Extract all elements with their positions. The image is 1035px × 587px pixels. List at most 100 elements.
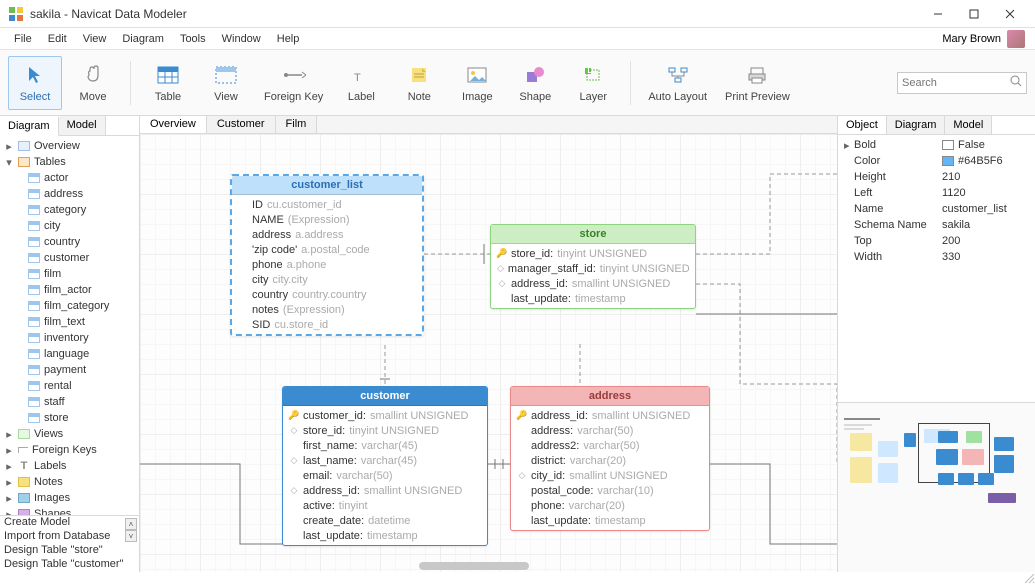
tree-table-item[interactable]: film [0, 266, 139, 282]
field-row[interactable]: 'zip code' a.postal_code [238, 242, 416, 257]
menu-view[interactable]: View [75, 31, 115, 47]
tree-views[interactable]: ▸Views [0, 426, 139, 442]
field-row[interactable]: 🔑store_id: tinyint UNSIGNED [497, 246, 689, 261]
scroll-down-button[interactable]: ˅ [125, 530, 137, 542]
tool-foreign-key[interactable]: Foreign Key [257, 56, 330, 110]
field-row[interactable]: phone a.phone [238, 257, 416, 272]
field-row[interactable]: ◇address_id: smallint UNSIGNED [497, 276, 689, 291]
prop-top[interactable]: Top200 [838, 233, 1035, 249]
action-import-db[interactable]: Import from Database [0, 530, 139, 544]
prop-color[interactable]: Color#64B5F6 [838, 153, 1035, 169]
tool-label[interactable]: T Label [334, 56, 388, 110]
tool-view[interactable]: View [199, 56, 253, 110]
entity-address[interactable]: address 🔑address_id: smallint UNSIGNEDad… [510, 386, 710, 531]
tree-table-item[interactable]: payment [0, 362, 139, 378]
field-row[interactable]: city city.city [238, 272, 416, 287]
field-row[interactable]: last_update: timestamp [289, 528, 481, 543]
minimap[interactable] [838, 402, 1035, 572]
prop-name[interactable]: Namecustomer_list [838, 201, 1035, 217]
action-design-customer[interactable]: Design Table "customer" [0, 558, 139, 572]
prop-left[interactable]: Left1120 [838, 185, 1035, 201]
field-row[interactable]: address a.address [238, 227, 416, 242]
field-row[interactable]: ◇city_id: smallint UNSIGNED [517, 468, 703, 483]
field-row[interactable]: district: varchar(20) [517, 453, 703, 468]
field-row[interactable]: address: varchar(50) [517, 423, 703, 438]
field-row[interactable]: NAME (Expression) [238, 212, 416, 227]
tree-labels[interactable]: ▸TLabels [0, 458, 139, 474]
tool-table[interactable]: Table [141, 56, 195, 110]
field-row[interactable]: email: varchar(50) [289, 468, 481, 483]
entity-store[interactable]: store 🔑store_id: tinyint UNSIGNED◇manage… [490, 224, 696, 309]
field-row[interactable]: address2: varchar(50) [517, 438, 703, 453]
tree-table-item[interactable]: film_text [0, 314, 139, 330]
tree-table-item[interactable]: city [0, 218, 139, 234]
tree-table-item[interactable]: film_actor [0, 282, 139, 298]
field-row[interactable]: 🔑address_id: smallint UNSIGNED [517, 408, 703, 423]
object-tree[interactable]: ▸Overview ▾Tables actoraddresscategoryci… [0, 136, 139, 515]
menu-file[interactable]: File [6, 31, 40, 47]
field-row[interactable]: 🔑customer_id: smallint UNSIGNED [289, 408, 481, 423]
tool-move[interactable]: Move [66, 56, 120, 110]
tree-table-item[interactable]: category [0, 202, 139, 218]
tree-tables[interactable]: ▾Tables [0, 154, 139, 170]
tree-table-item[interactable]: country [0, 234, 139, 250]
field-row[interactable]: notes (Expression) [238, 302, 416, 317]
field-row[interactable]: ◇manager_staff_id: tinyint UNSIGNED [497, 261, 689, 276]
sidebar-tab-diagram[interactable]: Diagram [0, 117, 59, 136]
tool-auto-layout[interactable]: Auto Layout [641, 56, 714, 110]
tree-table-item[interactable]: rental [0, 378, 139, 394]
entity-customer-list[interactable]: customer_list ID cu.customer_idNAME (Exp… [230, 174, 424, 336]
tree-shapes[interactable]: ▸Shapes [0, 506, 139, 515]
tree-table-item[interactable]: language [0, 346, 139, 362]
diagram-canvas[interactable]: customer_list ID cu.customer_idNAME (Exp… [140, 134, 837, 572]
horizontal-scrollbar[interactable] [140, 560, 837, 572]
right-tab-diagram[interactable]: Diagram [887, 116, 946, 134]
field-row[interactable]: last_update: timestamp [497, 291, 689, 306]
right-tab-model[interactable]: Model [945, 116, 992, 134]
search-input[interactable] [902, 77, 1010, 89]
tool-image[interactable]: Image [450, 56, 504, 110]
tree-table-item[interactable]: customer [0, 250, 139, 266]
tool-layer[interactable]: L Layer [566, 56, 620, 110]
close-button[interactable] [993, 2, 1027, 26]
prop-bold[interactable]: ▸BoldFalse [838, 137, 1035, 153]
right-tab-object[interactable]: Object [838, 116, 887, 134]
tree-foreign-keys[interactable]: ▸Foreign Keys [0, 442, 139, 458]
field-row[interactable]: SID cu.store_id [238, 317, 416, 332]
canvas-tab-film[interactable]: Film [276, 116, 318, 133]
field-row[interactable]: ◇store_id: tinyint UNSIGNED [289, 423, 481, 438]
field-row[interactable]: ID cu.customer_id [238, 197, 416, 212]
field-row[interactable]: active: tinyint [289, 498, 481, 513]
scroll-up-button[interactable]: ˄ [125, 518, 137, 530]
canvas-tab-overview[interactable]: Overview [140, 116, 207, 133]
minimize-button[interactable] [921, 2, 955, 26]
tree-images[interactable]: ▸Images [0, 490, 139, 506]
tree-table-item[interactable]: address [0, 186, 139, 202]
menu-window[interactable]: Window [214, 31, 269, 47]
field-row[interactable]: postal_code: varchar(10) [517, 483, 703, 498]
entity-customer[interactable]: customer 🔑customer_id: smallint UNSIGNED… [282, 386, 488, 546]
field-row[interactable]: ◇address_id: smallint UNSIGNED [289, 483, 481, 498]
canvas-tab-customer[interactable]: Customer [207, 116, 276, 133]
action-create-model[interactable]: Create Model [0, 516, 139, 530]
field-row[interactable]: last_update: timestamp [517, 513, 703, 528]
prop-height[interactable]: Height210 [838, 169, 1035, 185]
prop-width[interactable]: Width330 [838, 249, 1035, 265]
tree-table-item[interactable]: film_category [0, 298, 139, 314]
tool-shape[interactable]: Shape [508, 56, 562, 110]
menu-edit[interactable]: Edit [40, 31, 75, 47]
menu-tools[interactable]: Tools [172, 31, 214, 47]
tree-table-item[interactable]: staff [0, 394, 139, 410]
field-row[interactable]: first_name: varchar(45) [289, 438, 481, 453]
search-box[interactable] [897, 72, 1027, 94]
tree-notes[interactable]: ▸Notes [0, 474, 139, 490]
field-row[interactable]: create_date: datetime [289, 513, 481, 528]
field-row[interactable]: phone: varchar(20) [517, 498, 703, 513]
tree-table-item[interactable]: inventory [0, 330, 139, 346]
menu-diagram[interactable]: Diagram [114, 31, 172, 47]
field-row[interactable]: country country.country [238, 287, 416, 302]
action-design-store[interactable]: Design Table "store" [0, 544, 139, 558]
tree-overview[interactable]: ▸Overview [0, 138, 139, 154]
user-area[interactable]: Mary Brown [942, 30, 1029, 48]
tool-select[interactable]: Select [8, 56, 62, 110]
